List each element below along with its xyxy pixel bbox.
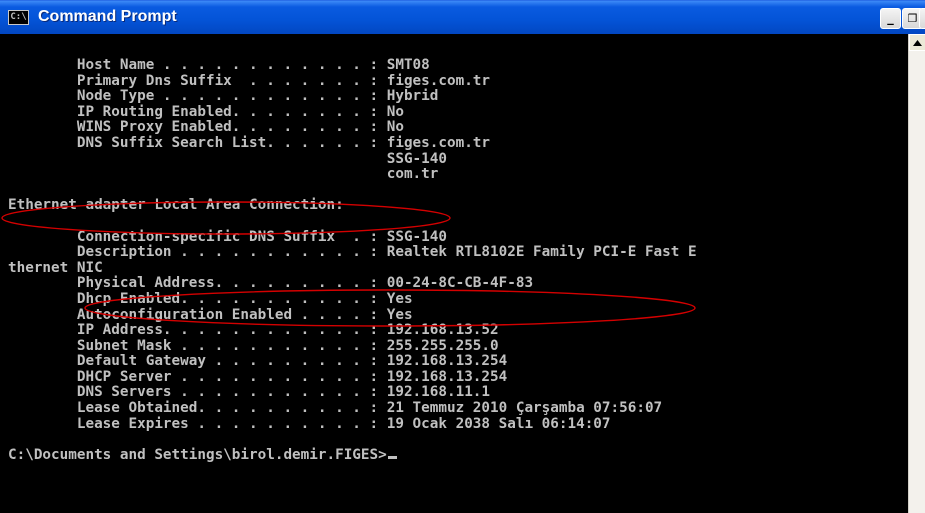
console-output[interactable]: Host Name . . . . . . . . . . . . : SMT0… <box>0 34 908 513</box>
close-button[interactable]: ✕ <box>919 8 925 29</box>
console-line: Host Name . . . . . . . . . . . . : SMT0… <box>8 57 430 73</box>
console-line: DNS Suffix Search List. . . . . . : fige… <box>8 134 491 151</box>
console-line: WINS Proxy Enabled. . . . . . . . : No <box>8 119 404 136</box>
command-prompt-icon: C:\ <box>8 10 29 25</box>
prompt-line[interactable]: C:\Documents and Settings\birol.demir.FI… <box>8 446 697 464</box>
console-line: Physical Address. . . . . . . . . : 00-2… <box>8 275 534 292</box>
console-line: IP Routing Enabled. . . . . . . . : No <box>8 103 404 120</box>
console-line: Lease Expires . . . . . . . . . . : 19 O… <box>8 415 611 432</box>
command-prompt-window: C:\ Command Prompt _ ❐ ✕ Host Name . . .… <box>0 0 925 513</box>
arrow-up-icon <box>913 40 922 46</box>
console-line: Primary Dns Suffix . . . . . . . : figes… <box>8 72 491 89</box>
scroll-up-button[interactable] <box>909 34 925 51</box>
console-line: Dhcp Enabled. . . . . . . . . . . : Yes <box>8 290 413 307</box>
console-line: Ethernet adapter Local Area Connection: <box>8 197 344 214</box>
console-line: Lease Obtained. . . . . . . . . . : 21 T… <box>8 400 663 417</box>
console-line: Default Gateway . . . . . . . . . : 192.… <box>8 353 508 370</box>
console-line: Description . . . . . . . . . . . : Real… <box>8 244 697 261</box>
console-line: Connection-specific DNS Suffix . : SSG-1… <box>8 228 447 245</box>
console-line: SSG-140 <box>8 150 447 167</box>
console-line: Subnet Mask . . . . . . . . . . . : 255.… <box>8 337 499 354</box>
console-line: IP Address. . . . . . . . . . . . : 192.… <box>8 322 499 339</box>
console-line: Autoconfiguration Enabled . . . . : Yes <box>8 306 413 323</box>
console-line: DHCP Server . . . . . . . . . . . : 192.… <box>8 368 508 385</box>
console-line: thernet NIC <box>8 259 103 276</box>
console-text: Host Name . . . . . . . . . . . . : SMT0… <box>8 57 697 464</box>
vertical-scrollbar[interactable] <box>908 34 925 513</box>
title-bar[interactable]: C:\ Command Prompt _ ❐ ✕ <box>0 0 925 34</box>
text-cursor <box>387 455 397 459</box>
console-line: Node Type . . . . . . . . . . . . : Hybr… <box>8 88 439 105</box>
minimize-button[interactable]: _ <box>880 8 901 29</box>
console-line: com.tr <box>8 166 439 183</box>
console-line: DNS Servers . . . . . . . . . . . : 192.… <box>8 384 491 401</box>
window-title: Command Prompt <box>38 8 177 25</box>
command-prompt-text: C:\Documents and Settings\birol.demir.FI… <box>8 446 387 463</box>
